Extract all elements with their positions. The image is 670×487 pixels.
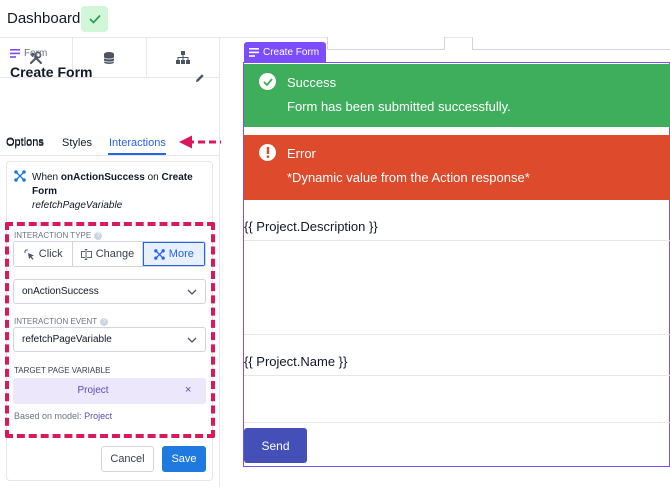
- interaction-type-more[interactable]: More: [142, 242, 205, 266]
- page-title: Dashboard: [7, 10, 81, 27]
- description-field-label: {{ Project.Description }}: [244, 219, 378, 234]
- interaction-event-label-text: INTERACTION EVENT: [14, 317, 98, 326]
- model-link[interactable]: Project: [84, 411, 112, 421]
- remove-variable-button[interactable]: ×: [185, 384, 191, 396]
- tab-structure[interactable]: [147, 38, 219, 77]
- description-field[interactable]: [244, 240, 670, 335]
- success-title: Success: [287, 75, 337, 90]
- check-icon: [88, 14, 101, 24]
- confirm-button[interactable]: [81, 6, 108, 32]
- interaction-event-label: INTERACTION EVENT ?: [14, 317, 109, 326]
- interaction-type-change[interactable]: Change: [73, 242, 143, 266]
- tabs-divider: [0, 155, 219, 156]
- component-type: Form: [10, 48, 47, 59]
- tab-interactions[interactable]: Interactions: [109, 137, 166, 149]
- form-icon: [10, 49, 20, 58]
- interaction-type-label: INTERACTION TYPE ?: [14, 231, 103, 240]
- interaction-type-selector: Click Change More: [13, 241, 206, 267]
- interaction-event-value: refetchPageVariable: [22, 334, 112, 345]
- component-title: Create Form: [10, 64, 93, 80]
- summary-action: refetchPageVariable: [32, 200, 123, 211]
- target-page-variable-chip[interactable]: Project ×: [13, 378, 206, 404]
- save-button[interactable]: Save: [162, 446, 206, 472]
- sitemap-icon: [175, 51, 190, 64]
- summary-prefix: When: [32, 172, 59, 183]
- model-info: Based on model: Project: [14, 411, 112, 421]
- component-tag-label: Create Form: [263, 46, 320, 58]
- interaction-type-click[interactable]: Click: [14, 242, 74, 266]
- trigger-select[interactable]: onActionSuccess: [13, 279, 206, 304]
- interaction-summary: When onActionSuccess on Create Form refe…: [32, 171, 202, 213]
- form-icon: [249, 47, 259, 57]
- target-page-variable-value: Project: [77, 385, 109, 396]
- pencil-icon: [196, 74, 204, 82]
- target-page-variable-label-text: TARGET PAGE VARIABLE: [14, 366, 111, 375]
- click-label: Click: [38, 248, 63, 260]
- help-icon[interactable]: ?: [94, 231, 103, 240]
- canvas-placeholder: [327, 37, 445, 50]
- help-icon[interactable]: ?: [100, 317, 109, 326]
- property-tabs: Options: [0, 96, 219, 148]
- check-circle-icon: [259, 73, 276, 90]
- target-page-variable-label: TARGET PAGE VARIABLE: [14, 366, 110, 375]
- change-label: Change: [95, 248, 135, 260]
- summary-on: on: [147, 172, 159, 183]
- cancel-button[interactable]: Cancel: [101, 446, 154, 472]
- more-label: More: [168, 248, 194, 260]
- exclamation-circle-icon: [259, 144, 276, 161]
- pointer-click-icon: [23, 248, 34, 260]
- canvas-placeholder: [472, 37, 670, 50]
- error-message: *Dynamic value from the Action response*: [287, 170, 530, 185]
- chevron-down-icon: [187, 337, 197, 343]
- component-tag[interactable]: Create Form: [244, 42, 326, 62]
- error-title: Error: [287, 146, 316, 161]
- name-field[interactable]: [244, 375, 670, 423]
- chevron-down-icon: [187, 289, 197, 295]
- edit-title-button[interactable]: [195, 70, 205, 88]
- error-alert: Error *Dynamic value from the Action res…: [244, 135, 670, 200]
- send-button[interactable]: Send: [244, 428, 307, 463]
- component-type-label: Form: [24, 48, 48, 59]
- text-cursor-icon: [80, 248, 92, 260]
- more-icon: [14, 170, 26, 182]
- trigger-value: onActionSuccess: [22, 286, 99, 297]
- more-icon: [153, 248, 165, 260]
- success-message: Form has been submitted successfully.: [287, 99, 511, 114]
- tab-styles[interactable]: Styles: [62, 137, 92, 149]
- database-icon: [104, 51, 115, 64]
- name-field-label: {{ Project.Name }}: [244, 354, 348, 369]
- interaction-event-select[interactable]: refetchPageVariable: [13, 327, 206, 352]
- success-alert: Success Form has been submitted successf…: [244, 64, 670, 127]
- top-bar: Dashboard: [0, 0, 670, 38]
- model-prefix: Based on model:: [14, 411, 82, 421]
- summary-event: onActionSuccess: [60, 172, 145, 183]
- tab-options[interactable]: Options: [6, 137, 44, 149]
- interaction-type-label-text: INTERACTION TYPE: [14, 231, 92, 240]
